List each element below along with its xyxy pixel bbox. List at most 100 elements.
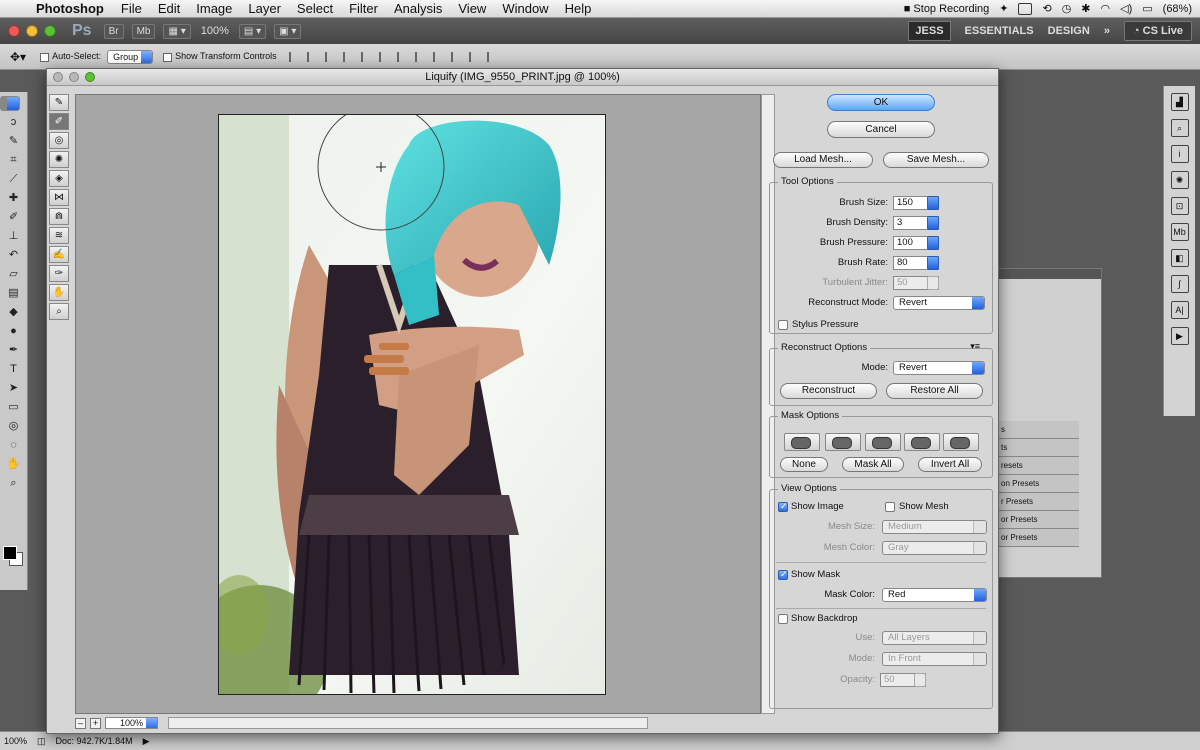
menu-select[interactable]: Select bbox=[289, 1, 341, 16]
status-zoom[interactable]: 100% bbox=[4, 736, 27, 746]
reconstruct-mode-select[interactable]: Revert bbox=[893, 296, 985, 310]
preset-row[interactable]: ts bbox=[999, 439, 1079, 457]
brush-pressure-stepper[interactable] bbox=[927, 236, 939, 250]
zoom-tool-icon[interactable]: ⌕ bbox=[49, 303, 69, 320]
push-left-tool-icon[interactable]: ⋈ bbox=[49, 189, 69, 206]
brush-density-stepper[interactable] bbox=[927, 216, 939, 230]
more-workspaces-button[interactable]: » bbox=[1104, 25, 1110, 37]
crop-tool-icon[interactable]: ⌗ bbox=[4, 153, 24, 168]
navigator-icon[interactable]: ⌕ bbox=[1170, 119, 1189, 137]
mirror-tool-icon[interactable]: ⋒ bbox=[49, 208, 69, 225]
hand-tool-icon[interactable]: ✋ bbox=[4, 457, 24, 472]
minimize-window-button[interactable] bbox=[26, 25, 38, 37]
actions-icon[interactable]: ▶ bbox=[1170, 327, 1189, 345]
preview-horizontal-scrollbar[interactable] bbox=[168, 717, 649, 729]
zoom-in-button[interactable]: + bbox=[90, 717, 101, 729]
app-menu[interactable]: Photoshop bbox=[30, 1, 113, 16]
intersect-with-selection-icon[interactable] bbox=[904, 433, 940, 451]
forward-warp-tool-icon[interactable]: ✎ bbox=[49, 94, 69, 111]
thaw-mask-tool-icon[interactable]: ✑ bbox=[49, 265, 69, 282]
workspace-design[interactable]: DESIGN bbox=[1048, 25, 1090, 37]
dialog-close-button[interactable] bbox=[53, 72, 63, 82]
battery-icon[interactable]: ▭ bbox=[1142, 2, 1152, 15]
gradient-tool-icon[interactable]: ▤ bbox=[4, 286, 24, 301]
zoom-tool-icon[interactable]: ⌕ bbox=[4, 476, 24, 491]
brush-size-stepper[interactable] bbox=[927, 196, 939, 210]
zoom-window-button[interactable] bbox=[44, 25, 56, 37]
distribute-bottom-icon[interactable] bbox=[432, 51, 443, 62]
zoom-select[interactable]: 100% bbox=[105, 717, 159, 729]
align-right-icon[interactable] bbox=[378, 51, 389, 62]
auto-select-target-select[interactable]: Group bbox=[107, 49, 154, 64]
layers-icon[interactable]: ◧ bbox=[1170, 249, 1189, 267]
invert-all-button[interactable]: Invert All bbox=[918, 457, 982, 472]
add-to-selection-icon[interactable] bbox=[825, 433, 861, 451]
wifi-icon[interactable]: ◠ bbox=[1101, 2, 1111, 15]
stylus-pressure-checkbox[interactable] bbox=[778, 320, 788, 330]
distribute-hcenter-icon[interactable] bbox=[468, 51, 479, 62]
ok-button[interactable]: OK bbox=[827, 94, 935, 111]
preset-row[interactable]: or Presets bbox=[999, 511, 1079, 529]
brush-tool-icon[interactable]: ✐ bbox=[4, 210, 24, 225]
arrange-documents-button[interactable]: ▤ ▾ bbox=[238, 23, 267, 39]
preset-row[interactable]: or Presets bbox=[999, 529, 1079, 547]
stop-recording-menu[interactable]: ■ Stop Recording bbox=[904, 3, 990, 15]
panel-menu-icon[interactable]: ▾≡ bbox=[970, 341, 980, 352]
align-vcenter-icon[interactable] bbox=[306, 51, 317, 62]
quick-select-tool-icon[interactable]: ✎ bbox=[4, 134, 24, 149]
clone-stamp-tool-icon[interactable]: ⊥ bbox=[4, 229, 24, 244]
menu-analysis[interactable]: Analysis bbox=[386, 1, 450, 16]
dropbox-icon[interactable]: ✦ bbox=[999, 2, 1008, 15]
lasso-tool-icon[interactable]: ↄ bbox=[4, 115, 24, 130]
twirl-clockwise-tool-icon[interactable]: ◎ bbox=[49, 132, 69, 149]
align-left-icon[interactable] bbox=[342, 51, 353, 62]
cs-live-button[interactable]: ◔ CS Live bbox=[1123, 21, 1192, 41]
move-tool-preset-icon[interactable]: ✥▾ bbox=[10, 50, 26, 64]
brush-rate-stepper[interactable] bbox=[927, 256, 939, 270]
sync-icon[interactable]: ⟲ bbox=[1042, 2, 1051, 15]
menu-edit[interactable]: Edit bbox=[150, 1, 188, 16]
blur-tool-icon[interactable]: ◆ bbox=[4, 305, 24, 320]
dialog-zoom-button[interactable] bbox=[85, 72, 95, 82]
foreground-color-swatch[interactable] bbox=[3, 546, 17, 560]
info-icon[interactable]: i bbox=[1170, 145, 1189, 163]
distribute-top-icon[interactable] bbox=[396, 51, 407, 62]
preset-row[interactable]: s bbox=[999, 421, 1079, 439]
menu-file[interactable]: File bbox=[113, 1, 150, 16]
screen-mode-button[interactable]: ▣ ▾ bbox=[274, 23, 302, 39]
distribute-left-icon[interactable] bbox=[450, 51, 461, 62]
character-icon[interactable]: A| bbox=[1170, 301, 1189, 319]
distribute-vcenter-icon[interactable] bbox=[414, 51, 425, 62]
show-transform-controls-checkbox[interactable]: Show Transform Controls bbox=[163, 51, 277, 62]
dodge-tool-icon[interactable]: ● bbox=[4, 324, 24, 339]
pucker-tool-icon[interactable]: ✺ bbox=[49, 151, 69, 168]
photo-preview[interactable] bbox=[218, 114, 606, 695]
channels-icon[interactable]: ∫ bbox=[1170, 275, 1189, 293]
distribute-right-icon[interactable] bbox=[486, 51, 497, 62]
bridge-button[interactable]: Br bbox=[103, 23, 124, 39]
move-tool-icon[interactable]: ✥ bbox=[0, 96, 20, 111]
menu-filter[interactable]: Filter bbox=[341, 1, 386, 16]
view-extras-button[interactable]: ▦ ▾ bbox=[163, 23, 191, 39]
eraser-tool-icon[interactable]: ▱ bbox=[4, 267, 24, 282]
menu-help[interactable]: Help bbox=[557, 1, 600, 16]
replace-selection-icon[interactable] bbox=[784, 433, 820, 451]
mask-all-button[interactable]: Mask All bbox=[842, 457, 904, 472]
panel-header[interactable] bbox=[999, 269, 1101, 279]
menu-image[interactable]: Image bbox=[188, 1, 240, 16]
swatches-icon[interactable]: ⊡ bbox=[1170, 197, 1189, 215]
turbulence-tool-icon[interactable]: ≋ bbox=[49, 227, 69, 244]
path-selection-tool-icon[interactable]: ➤ bbox=[4, 381, 24, 396]
healing-brush-tool-icon[interactable]: ✚ bbox=[4, 191, 24, 206]
screen-icon[interactable] bbox=[1018, 2, 1033, 15]
pen-tool-icon[interactable]: ✒ bbox=[4, 343, 24, 358]
doc-size[interactable]: Doc: 942.7K/1.84M bbox=[56, 736, 133, 746]
workspace-essentials[interactable]: ESSENTIALS bbox=[965, 25, 1034, 37]
history-brush-tool-icon[interactable]: ↶ bbox=[4, 248, 24, 263]
histogram-icon[interactable]: ▟ bbox=[1170, 93, 1189, 111]
shape-tool-icon[interactable]: ▭ bbox=[4, 400, 24, 415]
mask-none-button[interactable]: None bbox=[780, 457, 828, 472]
show-backdrop-checkbox[interactable] bbox=[778, 614, 788, 624]
show-mesh-checkbox[interactable] bbox=[885, 502, 895, 512]
hand-tool-icon[interactable]: ✋ bbox=[49, 284, 69, 301]
